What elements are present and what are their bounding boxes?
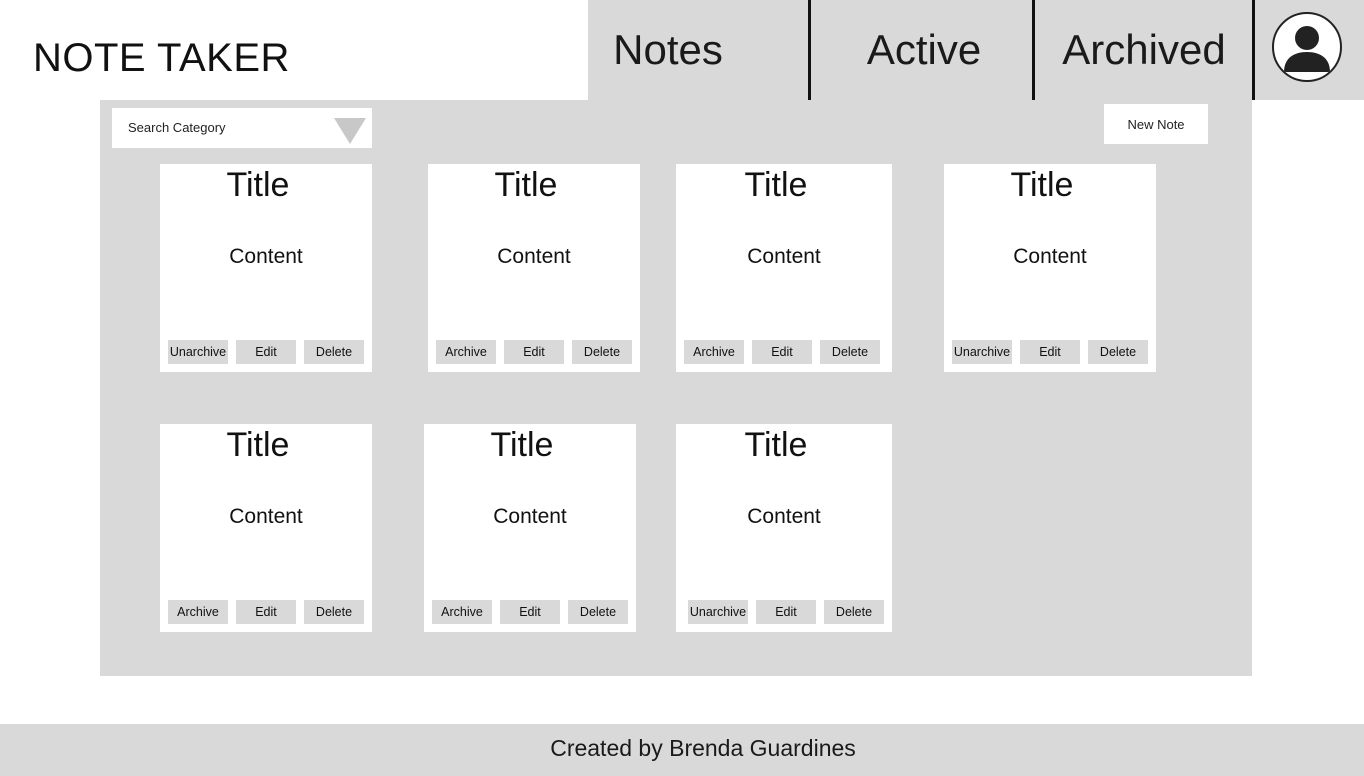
archive-button[interactable]: Archive <box>168 600 228 624</box>
delete-button[interactable]: Delete <box>568 600 628 624</box>
unarchive-button[interactable]: Unarchive <box>688 600 748 624</box>
edit-button[interactable]: Edit <box>504 340 564 364</box>
note-card: Title Content Archive Edit Delete <box>424 424 636 632</box>
triangle-down-icon[interactable] <box>334 118 366 144</box>
note-title: Title <box>1010 166 1074 204</box>
note-card: Title Content Unarchive Edit Delete <box>160 164 372 372</box>
note-title: Title <box>490 426 554 464</box>
delete-button[interactable]: Delete <box>304 600 364 624</box>
footer-credit: Created by Brenda Guardines <box>550 735 856 761</box>
notes-panel: Search Category New Note Title Content Una… <box>100 100 1252 676</box>
note-title: Title <box>226 426 290 464</box>
archive-button[interactable]: Archive <box>432 600 492 624</box>
note-card: Title Content Archive Edit Delete <box>676 164 892 372</box>
delete-button[interactable]: Delete <box>1088 340 1148 364</box>
nav-divider <box>1252 0 1255 100</box>
note-title: Title <box>744 166 808 204</box>
tab-notes[interactable]: Notes <box>588 0 748 100</box>
note-title: Title <box>744 426 808 464</box>
search-category-label: Search Category <box>128 120 226 135</box>
tab-archived[interactable]: Archived <box>1034 0 1254 100</box>
top-nav: Notes Active Archived <box>588 0 1364 100</box>
note-card: Title Content Unarchive Edit Delete <box>676 424 892 632</box>
note-content: Content <box>229 505 303 528</box>
note-card: Title Content Archive Edit Delete <box>428 164 640 372</box>
footer: Created by Brenda Guardines <box>0 724 1364 776</box>
user-avatar-button[interactable] <box>1272 12 1342 82</box>
note-content: Content <box>1013 245 1087 268</box>
note-content: Content <box>747 505 821 528</box>
note-content: Content <box>493 505 567 528</box>
edit-button[interactable]: Edit <box>752 340 812 364</box>
archive-button[interactable]: Archive <box>684 340 744 364</box>
tab-active[interactable]: Active <box>810 0 1038 100</box>
edit-button[interactable]: Edit <box>500 600 560 624</box>
edit-button[interactable]: Edit <box>236 340 296 364</box>
note-content: Content <box>747 245 821 268</box>
delete-button[interactable]: Delete <box>304 340 364 364</box>
delete-button[interactable]: Delete <box>572 340 632 364</box>
archive-button[interactable]: Archive <box>436 340 496 364</box>
delete-button[interactable]: Delete <box>820 340 880 364</box>
edit-button[interactable]: Edit <box>236 600 296 624</box>
edit-button[interactable]: Edit <box>756 600 816 624</box>
note-title: Title <box>226 166 290 204</box>
app-title: NOTE TAKER <box>33 36 290 80</box>
edit-button[interactable]: Edit <box>1020 340 1080 364</box>
search-category-dropdown[interactable]: Search Category <box>112 108 372 148</box>
note-content: Content <box>229 245 303 268</box>
note-content: Content <box>497 245 571 268</box>
new-note-button[interactable]: New Note <box>1104 104 1208 144</box>
user-avatar-icon <box>1284 26 1330 72</box>
delete-button[interactable]: Delete <box>824 600 884 624</box>
note-title: Title <box>494 166 558 204</box>
note-card: Title Content Unarchive Edit Delete <box>944 164 1156 372</box>
note-card: Title Content Archive Edit Delete <box>160 424 372 632</box>
unarchive-button[interactable]: Unarchive <box>952 340 1012 364</box>
unarchive-button[interactable]: Unarchive <box>168 340 228 364</box>
